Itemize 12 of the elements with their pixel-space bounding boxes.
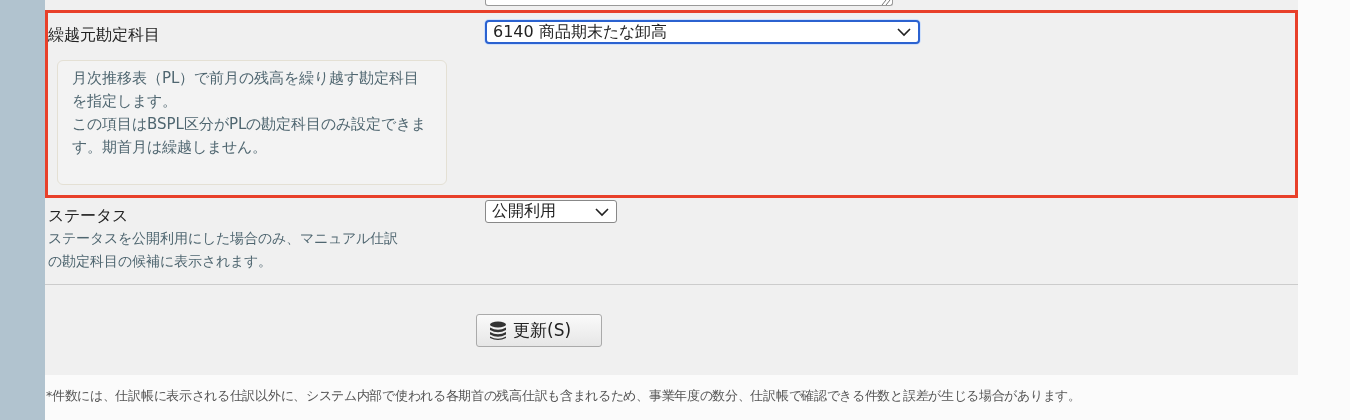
chevron-down-icon	[896, 25, 912, 39]
account-select[interactable]: 6140 商品期末たな卸高	[485, 20, 920, 44]
field-description: ステータスを公開利用にした場合のみ、マニュアル仕訳の勘定科目の候補に表示されます。	[47, 229, 399, 271]
database-icon	[489, 320, 507, 341]
help-text: この項目はBSPL区分がPLの勘定科目のみ設定できます。期首月は繰越しません。	[72, 114, 428, 158]
footnote: *件数には、仕訳帳に表示される仕訳以外に、システム内部で使われる各期首の残高仕訳も含まれるため、事業年度の数分、仕訳帳で確認できる件数と誤差が生じる場合があります。	[45, 387, 1081, 405]
help-text: 月次推移表（PL）で前月の残高を繰り越す勘定科目を指定します。	[72, 68, 421, 112]
field-label: ステータス	[47, 205, 129, 227]
text-area-field[interactable]	[485, 0, 893, 6]
status-select[interactable]: 公開利用	[485, 200, 617, 223]
update-button[interactable]: 更新(S)	[476, 314, 602, 347]
field-label: 繰越元勘定科目	[48, 24, 161, 46]
